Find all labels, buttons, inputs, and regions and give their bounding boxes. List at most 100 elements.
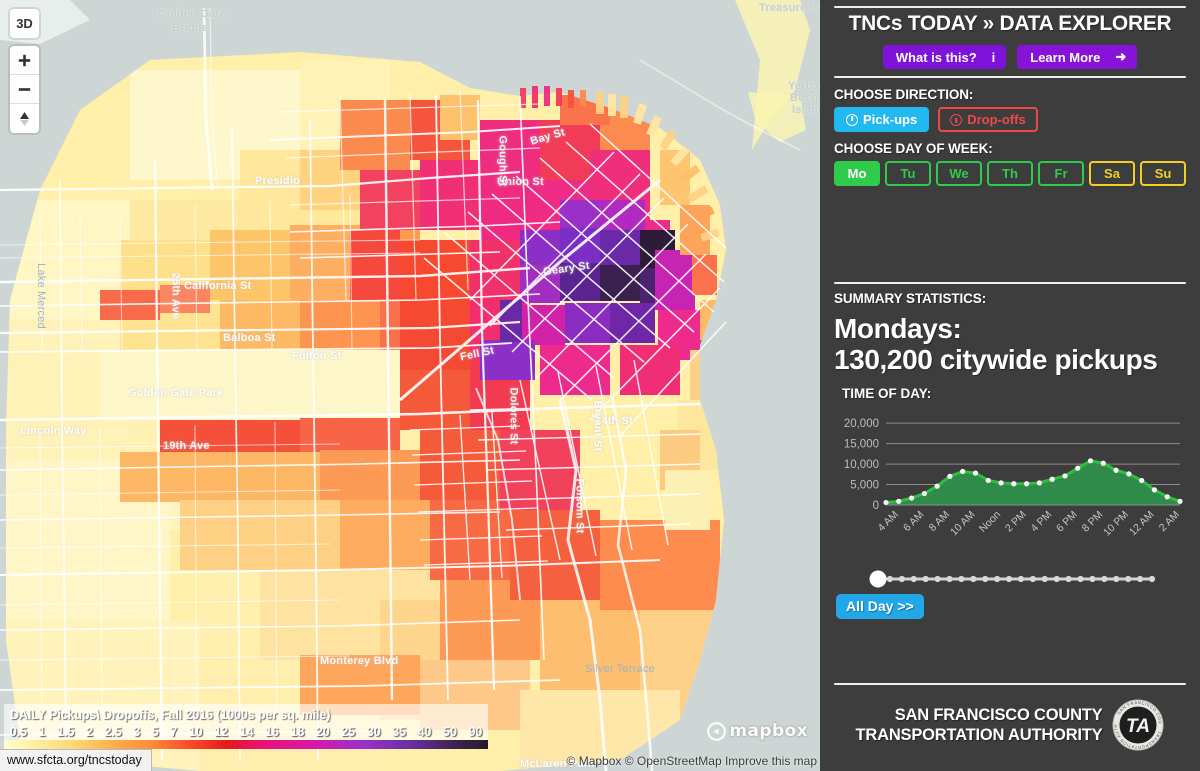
chart-x-tick-label: 12 AM — [1127, 508, 1157, 538]
slider-tick[interactable] — [970, 575, 977, 582]
mapbox-logo-text: mapbox — [729, 721, 808, 741]
slider-tick[interactable] — [1017, 575, 1025, 582]
chart-data-point — [908, 495, 915, 501]
day-button-tu[interactable]: Tu — [885, 161, 931, 186]
slider-tick[interactable] — [1113, 575, 1120, 582]
chart-data-point — [985, 477, 991, 483]
chart-data-point — [1075, 465, 1081, 471]
slider-tick[interactable] — [934, 575, 941, 582]
mapbox-logo[interactable]: mapbox — [707, 721, 808, 741]
legend-title: DAILY Pickups\ Dropoffs, Fall 2016 (1000… — [10, 708, 331, 722]
chart-data-point — [883, 499, 889, 505]
summary-statistics: Mondays: 130,200 citywide pickups — [820, 311, 1200, 376]
agency-name: SAN FRANCISCO COUNTY TRANSPORTATION AUTH… — [856, 705, 1103, 745]
slider-tick[interactable] — [1005, 575, 1013, 582]
chart-data-point — [947, 473, 953, 479]
summary-day-line: Mondays: — [834, 313, 962, 344]
legend-tick: 5 — [151, 724, 159, 739]
day-of-week-group: Mo Tu We Th Fr Sa Su — [820, 161, 1200, 186]
chart-y-tick-label: 0 — [873, 500, 879, 512]
slider-handle[interactable] — [869, 570, 887, 588]
map-zoom-controls[interactable] — [10, 46, 39, 133]
legend-tick: 14 — [239, 724, 254, 739]
slider-tick[interactable] — [886, 575, 894, 582]
legend-scale: 0.5 1 1.5 2 2.5 3 5 7 10 12 14 16 18 20 25 30 35 40 50 90 — [4, 723, 488, 740]
slider-tick[interactable] — [946, 575, 953, 582]
footer-inner: SAN FRANCISCO COUNTY TRANSPORTATION AUTH… — [820, 699, 1200, 771]
zoom-out-button[interactable] — [10, 75, 39, 104]
day-of-week-section-label: CHOOSE DAY OF WEEK: — [834, 141, 993, 156]
time-slider[interactable] — [868, 568, 1158, 590]
legend-tick: 20 — [315, 724, 330, 739]
legend-tick: 18 — [290, 724, 305, 739]
chart-data-point — [1126, 471, 1132, 477]
chart-y-tick-label: 10,000 — [844, 459, 879, 471]
learn-more-button[interactable]: Learn More ➜ — [1017, 45, 1138, 69]
slider-tick[interactable] — [982, 575, 989, 582]
map-3d-toggle[interactable]: 3D — [10, 9, 39, 38]
map-pane[interactable]: Golden GateBridgeTreasure IslandYerbaBue… — [0, 0, 820, 771]
mapbox-mark-icon — [707, 721, 727, 741]
legend-tick: 0.5 — [9, 724, 28, 739]
dropoffs-button[interactable]: Drop-offs — [938, 107, 1038, 132]
tnc-data-explorer-app: Golden GateBridgeTreasure IslandYerbaBue… — [0, 0, 1200, 771]
legend-tick: 10 — [188, 724, 203, 739]
slider-tick[interactable] — [1089, 575, 1096, 582]
slider-tick[interactable] — [1065, 575, 1072, 582]
time-slider-area[interactable]: All Day >> — [820, 566, 1200, 636]
dropoffs-label: Drop-offs — [967, 112, 1026, 127]
chart-data-point — [972, 470, 979, 476]
legend-tick: 16 — [265, 724, 279, 739]
chart-data-point — [1164, 493, 1170, 500]
legend-tick: 12 — [214, 724, 229, 739]
divider-footer — [834, 683, 1186, 685]
chart-data-point — [1011, 480, 1017, 487]
slider-tick[interactable] — [1125, 575, 1132, 582]
page-title: TNCs TODAY » DATA EXPLORER — [848, 12, 1172, 35]
legend-tick: 30 — [366, 724, 381, 739]
day-button-sa[interactable]: Sa — [1089, 161, 1135, 186]
slider-tick[interactable] — [1053, 575, 1060, 582]
map-legend: DAILY Pickups\ Dropoffs, Fall 2016 (1000… — [4, 704, 488, 749]
day-button-th[interactable]: Th — [987, 161, 1033, 186]
chart-x-tick-label: 4 AM — [875, 508, 900, 533]
info-icon: i — [991, 49, 996, 65]
compass-reset-button[interactable] — [10, 104, 39, 133]
map-attribution[interactable]: © Mapbox © OpenStreetMap Improve this ma… — [567, 754, 817, 768]
sidebar-footer: SAN FRANCISCO COUNTY TRANSPORTATION AUTH… — [820, 683, 1200, 771]
day-button-mo[interactable]: Mo — [834, 161, 880, 186]
legend-tick: 2.5 — [104, 724, 122, 739]
chart-data-point — [998, 480, 1004, 486]
slider-tick[interactable] — [898, 575, 905, 582]
slider-tick[interactable] — [1136, 575, 1144, 582]
chart-x-tick-label: 2 AM — [1157, 508, 1182, 533]
chart-data-point — [1087, 457, 1094, 464]
slider-tick[interactable] — [958, 575, 965, 582]
chart-x-tick-label: 6 PM — [1054, 508, 1080, 534]
day-button-su[interactable]: Su — [1140, 161, 1186, 186]
compass-icon — [20, 111, 29, 126]
slider-tick[interactable] — [910, 575, 917, 582]
slider-tick[interactable] — [994, 575, 1001, 582]
slider-tick[interactable] — [1077, 575, 1084, 582]
slider-tick[interactable] — [1101, 575, 1108, 582]
choropleth-map[interactable] — [0, 0, 820, 771]
pickups-button[interactable]: Pick-ups — [834, 107, 930, 132]
day-button-we[interactable]: We — [936, 161, 982, 186]
time-of-day-area-chart: 05,00010,00015,00020,0004 AM 6 AM 8 AM10 A… — [844, 418, 1183, 538]
zoom-in-button[interactable] — [10, 46, 39, 75]
slider-tick[interactable] — [1029, 575, 1036, 582]
slider-tick[interactable] — [1148, 575, 1156, 582]
status-url-tooltip: www.sfcta.org/tncstoday — [0, 749, 152, 771]
chart-x-tick-label: 6 AM — [901, 508, 926, 533]
slider-tick[interactable] — [922, 575, 929, 582]
pickup-circle-up-icon — [846, 113, 858, 126]
three-d-button-label[interactable]: 3D — [10, 9, 39, 38]
what-is-this-button[interactable]: What is this? i — [882, 45, 1007, 69]
all-day-button[interactable]: All Day >> — [836, 593, 924, 619]
legend-tick: 1.5 — [57, 724, 75, 739]
learn-more-label: Learn More — [1030, 49, 1101, 65]
day-button-fr[interactable]: Fr — [1038, 161, 1084, 186]
slider-tick[interactable] — [1041, 575, 1048, 582]
chart-data-point — [896, 498, 902, 504]
